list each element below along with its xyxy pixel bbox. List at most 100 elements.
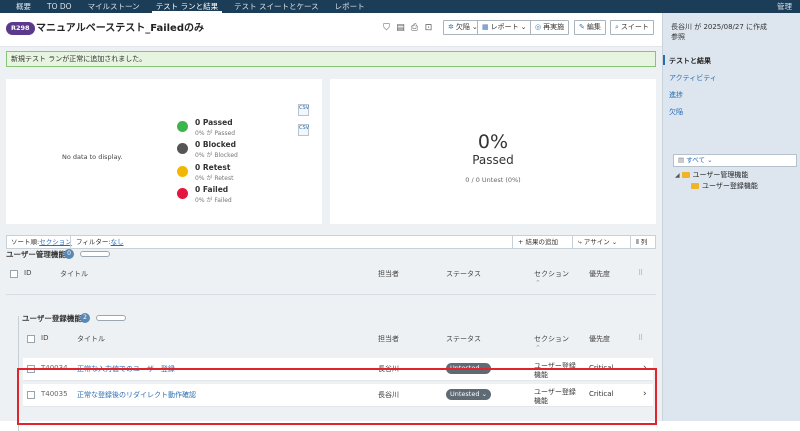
table-row[interactable]: T40035 正常な登録後のリダイレクト動作確認 長谷川 Untested ⌄ … [23, 384, 653, 407]
tree-node-label: ユーザー登録機能 [702, 182, 758, 190]
rerun-button[interactable]: ◎ 再実施 [530, 20, 570, 35]
table-row[interactable]: T40034 正常な入力値でのユーザー登録 長谷川 Untested ⌄ ユーザ… [23, 358, 653, 381]
sort-value[interactable]: セクション [39, 238, 72, 246]
chevron-right-icon[interactable]: › [643, 363, 647, 373]
column-assignee[interactable]: 担当者 [378, 334, 399, 344]
section-count-badge: 0 [64, 249, 74, 259]
section-indent-line [18, 316, 19, 431]
admin-link[interactable]: 管理 [777, 0, 792, 13]
plus-icon: + [518, 238, 526, 246]
bug-icon: ✲ [448, 23, 454, 31]
section-progress-bar [96, 315, 126, 321]
select-all-checkbox[interactable] [27, 335, 35, 343]
divider [512, 236, 513, 248]
tree-node-label: ユーザー管理機能 [692, 171, 749, 179]
sidebar-item-tests-results[interactable]: テストと結果 [669, 56, 711, 66]
suite-button[interactable]: ⌕ スイート [610, 20, 654, 35]
column-assignee[interactable]: 担当者 [378, 269, 399, 279]
column-id[interactable]: ID [41, 334, 48, 342]
collapse-icon[interactable]: ◢ [675, 172, 682, 179]
right-sidebar: 長谷川 が 2025/08/27 に作成 参照 テストと結果 アクティビティ 進… [662, 13, 800, 421]
tab-overview[interactable]: 概要 [8, 0, 39, 13]
sidebar-item-progress[interactable]: 進捗 [669, 90, 683, 100]
lock-icon[interactable]: ⊡ [423, 23, 434, 34]
section-count-badge: 2 [80, 313, 90, 323]
tab-test-suites[interactable]: テスト スイートとケース [226, 0, 327, 13]
defects-label: 欠陥 [455, 23, 470, 31]
test-assignee: 長谷川 [378, 365, 399, 373]
tab-todo[interactable]: TO DO [39, 0, 80, 13]
section-title-user-registration: ユーザー登録機能 [22, 314, 82, 323]
print-icon[interactable]: ⎙ [409, 23, 420, 34]
column-title[interactable]: タイトル [60, 269, 88, 279]
chevron-right-icon[interactable]: › [643, 389, 647, 399]
title-bar: R298 マニュアルベーステスト_Failedのみ ⛉ ▤ ⎙ ⊡ ✲ 欠陥 ⌄… [0, 13, 662, 47]
chart-empty-message: No data to display. [62, 153, 123, 161]
retest-dot-icon [177, 166, 188, 177]
chart-icon[interactable]: ⛉ [381, 23, 392, 34]
filter-value[interactable]: なし [111, 238, 124, 246]
tree-filter-dropdown[interactable]: ▤ すべて ⌄ [673, 154, 797, 167]
filter-label: フィルター: [76, 238, 111, 246]
test-assignee: 長谷川 [378, 391, 399, 399]
test-section-cont: 機能 [534, 371, 548, 379]
column-section[interactable]: セクション [534, 334, 569, 344]
columns-button[interactable]: ⫴ 列 [632, 236, 651, 248]
column-status[interactable]: ステータス [446, 269, 481, 279]
reference-link[interactable]: 参照 [671, 32, 793, 42]
divider [70, 236, 71, 248]
sort-asc-icon[interactable]: ⌃ [535, 344, 541, 352]
export-icon[interactable]: ▤ [395, 23, 406, 34]
add-result-button[interactable]: + 結果の追加 [514, 236, 562, 248]
run-id-badge: R298 [6, 22, 35, 35]
column-settings-icon[interactable]: ⠿ [638, 334, 643, 342]
filter-control[interactable]: フィルター:なし [72, 236, 128, 248]
export-csv-icon[interactable]: CSV [298, 124, 309, 136]
test-title-link[interactable]: 正常な登録後のリダイレクト動作確認 [77, 390, 196, 400]
assign-dropdown[interactable]: ⤷ アサイン ⌄ [574, 236, 621, 248]
test-id: T40034 [41, 364, 68, 372]
reports-dropdown[interactable]: ▦ レポート ⌄ [477, 20, 532, 35]
column-settings-icon[interactable]: ⠿ [638, 269, 643, 277]
columns-label: 列 [640, 238, 648, 246]
tab-reports[interactable]: レポート [327, 0, 373, 13]
filter-bar: ソート順:セクション フィルター:なし + 結果の追加 ⤷ アサイン ⌄ ⫴ 列 [6, 235, 656, 249]
divider [572, 236, 573, 248]
status-dropdown[interactable]: Untested ⌄ [446, 363, 492, 374]
table-header: ID タイトル 担当者 ステータス セクション 優先度 ⠿ ⌃ [6, 266, 656, 287]
column-status[interactable]: ステータス [446, 334, 481, 344]
pass-percentage: 0% [477, 131, 509, 153]
tab-milestones[interactable]: マイルストーン [80, 0, 148, 13]
toolbar-icons: ⛉ ▤ ⎙ ⊡ [381, 23, 434, 34]
chevron-down-icon: ⌄ [705, 156, 713, 164]
column-id[interactable]: ID [24, 269, 31, 277]
blocked-pct: 0% が Blocked [195, 152, 238, 159]
sidebar-item-defects[interactable]: 欠陥 [669, 107, 683, 117]
tree-node-user-registration[interactable]: ユーザー登録機能 [691, 181, 758, 191]
sort-asc-icon[interactable]: ⌃ [535, 279, 541, 287]
sort-control[interactable]: ソート順:セクション [7, 236, 76, 248]
column-priority[interactable]: 優先度 [589, 334, 610, 344]
export-chart-icon[interactable]: CSV [298, 104, 309, 116]
column-section[interactable]: セクション [534, 269, 569, 279]
failed-dot-icon [177, 188, 188, 199]
sidebar-item-activity[interactable]: アクティビティ [669, 73, 717, 83]
chevron-down-icon: ⌄ [609, 238, 618, 246]
column-title[interactable]: タイトル [77, 334, 105, 344]
created-by-text: 長谷川 が 2025/08/27 に作成 [671, 23, 768, 31]
select-all-checkbox[interactable] [10, 270, 18, 278]
column-priority[interactable]: 優先度 [589, 269, 610, 279]
tab-test-runs[interactable]: テスト ランと結果 [148, 0, 226, 13]
row-checkbox[interactable] [27, 365, 35, 373]
tree-node-user-management[interactable]: ◢ ユーザー管理機能 [675, 170, 748, 180]
status-dropdown[interactable]: Untested ⌄ [446, 389, 492, 400]
test-title-link[interactable]: 正常な入力値でのユーザー登録 [77, 364, 175, 374]
divider [6, 294, 656, 295]
blocked-count: 0 Blocked [195, 140, 236, 149]
status-summary-panel: No data to display. 0 Passed 0% が Passed… [6, 79, 322, 224]
edit-button[interactable]: ✎ 編集 [574, 20, 606, 35]
search-icon: ⌕ [615, 23, 619, 31]
row-checkbox[interactable] [27, 391, 35, 399]
section-progress-bar [80, 251, 110, 257]
status-label: Untested [450, 364, 480, 372]
